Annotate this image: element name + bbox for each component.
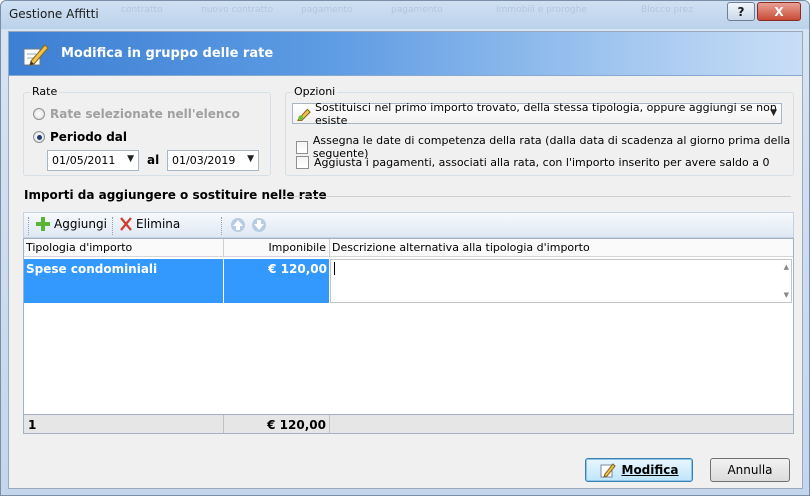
- radio-circle: [33, 108, 45, 120]
- chevron-down-icon[interactable]: ▼: [247, 154, 254, 164]
- background-ghost-text: pagamento: [301, 5, 353, 15]
- background-ghost-text: contratto: [121, 5, 163, 15]
- checkbox-box: [296, 156, 309, 169]
- to-date-value: 01/03/2019: [172, 154, 236, 167]
- banner-title: Modifica in gruppo delle rate: [61, 46, 274, 61]
- arrow-down-icon: [252, 218, 266, 232]
- edit-note-icon: [600, 463, 616, 478]
- grid-header: Tipologia d'importo Imponibile Descrizio…: [24, 239, 793, 257]
- delete-button[interactable]: Elimina: [120, 217, 180, 231]
- radio-period[interactable]: Periodo dal: [33, 130, 127, 144]
- column-header-imponibile[interactable]: Imponibile: [228, 241, 326, 254]
- amounts-grid: Tipologia d'importo Imponibile Descrizio…: [23, 238, 794, 434]
- background-ghost-text: Blocco prez: [641, 5, 693, 15]
- column-divider: [329, 239, 330, 257]
- description-editor[interactable]: ▲ ▼: [330, 259, 792, 303]
- checkbox-adjust-payments-label: Aggiusta i pagamenti, associati alla rat…: [314, 156, 770, 169]
- toolbar-grip: [28, 217, 29, 235]
- cell-tipologia-selected[interactable]: Spese condominiali: [24, 259, 223, 303]
- section-divider: [281, 196, 791, 197]
- toolbar-separator: [221, 217, 222, 235]
- title-bar[interactable]: Gestione Affitti contratto nuovo contrat…: [1, 1, 809, 29]
- toolbar-separator: [112, 217, 113, 235]
- footer-total-imponibile: € 120,00: [267, 418, 326, 432]
- add-button[interactable]: Aggiungi: [36, 217, 107, 231]
- options-group-label: Opzioni: [292, 85, 338, 98]
- delete-x-icon: [120, 217, 132, 231]
- rate-group-label: Rate: [30, 85, 60, 98]
- to-label: al: [147, 153, 160, 167]
- grid-toolbar: Aggiungi Elimina: [23, 212, 794, 238]
- edit-pencil-icon: [23, 44, 49, 66]
- arrow-up-icon: [231, 218, 245, 232]
- modify-button[interactable]: Modifica: [585, 458, 693, 482]
- move-up-button[interactable]: [230, 217, 246, 233]
- window-title: Gestione Affitti: [9, 7, 99, 21]
- scroll-down-icon[interactable]: ▼: [784, 291, 789, 299]
- scroll-up-icon[interactable]: ▲: [784, 263, 789, 271]
- background-ghost-text: nuovo contratto: [201, 5, 274, 15]
- cancel-button[interactable]: Annulla: [710, 458, 790, 482]
- cell-imponibile-selected[interactable]: € 120,00: [224, 259, 329, 303]
- dialog-client-area: Modifica in gruppo delle rate Rate Rate …: [8, 31, 803, 489]
- dialog-window: Gestione Affitti contratto nuovo contrat…: [0, 0, 810, 496]
- grid-footer: 1 € 120,00: [23, 414, 794, 434]
- text-caret: [334, 262, 335, 275]
- background-ghost-text: pagamento: [391, 5, 443, 15]
- options-group: Opzioni Sostituisci nel primo importo tr…: [285, 85, 794, 176]
- radio-selected-rates-label: Rate selezionate nell'elenco: [50, 107, 240, 121]
- to-date-picker[interactable]: 01/03/2019 ▼: [167, 150, 259, 171]
- radio-period-label: Periodo dal: [50, 130, 128, 144]
- checkbox-adjust-payments[interactable]: Aggiusta i pagamenti, associati alla rat…: [296, 156, 769, 169]
- from-date-value: 01/05/2011: [52, 154, 116, 167]
- radio-selected-rates[interactable]: Rate selezionate nell'elenco: [33, 107, 240, 121]
- pencil-replace-icon: [297, 108, 311, 121]
- column-divider: [329, 415, 330, 433]
- delete-button-label: Elimina: [136, 217, 181, 231]
- column-header-descrizione[interactable]: Descrizione alternativa alla tipologia d…: [332, 241, 590, 254]
- radio-circle-checked: [33, 131, 45, 143]
- mode-select-value: Sostituisci nel primo importo trovato, d…: [314, 100, 777, 127]
- add-button-label: Aggiungi: [54, 217, 107, 231]
- checkbox-box: [296, 140, 308, 154]
- close-button[interactable]: X: [757, 2, 801, 21]
- chevron-down-icon[interactable]: ▼: [770, 108, 777, 118]
- header-banner: Modifica in gruppo delle rate: [9, 32, 802, 76]
- rate-group: Rate Rate selezionate nell'elenco Period…: [23, 85, 271, 176]
- plus-icon: [36, 217, 50, 231]
- chevron-down-icon[interactable]: ▼: [127, 154, 134, 164]
- column-header-tipologia[interactable]: Tipologia d'importo: [26, 241, 132, 254]
- column-divider: [223, 239, 224, 257]
- cancel-button-label: Annulla: [727, 463, 773, 477]
- modify-button-label: Modifica: [621, 463, 679, 477]
- mode-select[interactable]: Sostituisci nel primo importo trovato, d…: [292, 100, 782, 127]
- amounts-section-title: Importi da aggiungere o sostituire nelle…: [24, 188, 327, 202]
- background-ghost-text: Immobili e proroghe: [496, 5, 587, 15]
- move-down-button[interactable]: [251, 217, 267, 233]
- footer-row-count: 1: [28, 418, 37, 432]
- from-date-picker[interactable]: 01/05/2011 ▼: [47, 150, 139, 171]
- help-button[interactable]: ?: [727, 2, 755, 21]
